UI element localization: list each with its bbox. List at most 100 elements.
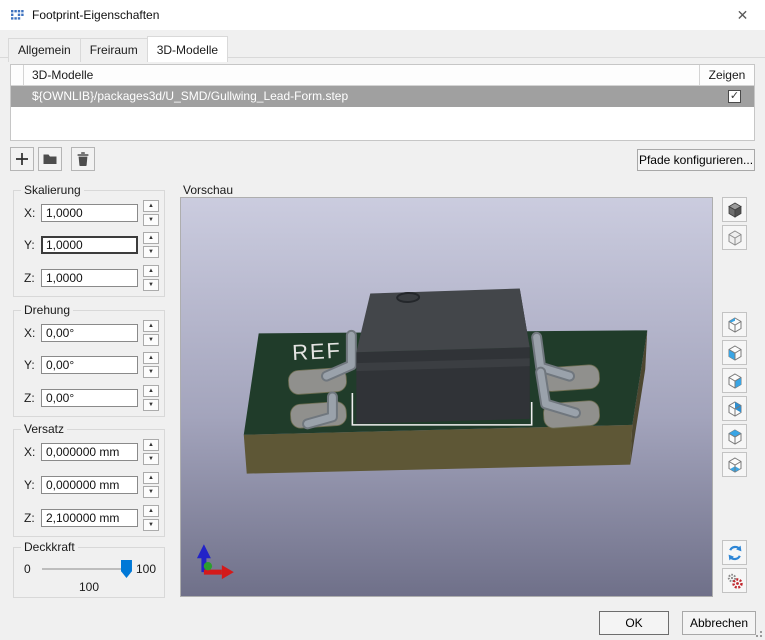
scale-z-spinner: ▲ ▼ bbox=[143, 265, 159, 291]
3d-scene: REF bbox=[196, 288, 648, 580]
view-left-button[interactable] bbox=[722, 312, 747, 337]
chip-top bbox=[356, 288, 530, 353]
cancel-button[interactable]: Abbrechen bbox=[682, 611, 756, 635]
chip-front bbox=[356, 347, 530, 424]
ok-button[interactable]: OK bbox=[599, 611, 669, 635]
tab-bar: Allgemein Freiraum 3D-Modelle bbox=[8, 35, 229, 62]
view-front-button[interactable] bbox=[722, 340, 747, 365]
kicad-footprint-icon bbox=[11, 10, 24, 20]
scale-group: Skalierung X: ▲ ▼ Y: ▲ ▼ Z: ▲ ▼ bbox=[13, 183, 165, 297]
spin-down-button[interactable]: ▼ bbox=[143, 453, 159, 465]
silkscreen-ref-text: REF bbox=[292, 338, 343, 366]
spin-down-button[interactable]: ▼ bbox=[143, 334, 159, 346]
render-transparent-button[interactable] bbox=[722, 225, 747, 250]
view-right-button[interactable] bbox=[722, 368, 747, 393]
close-button[interactable]: ✕ bbox=[720, 0, 765, 30]
show-cell: ✓ bbox=[700, 86, 754, 107]
column-header-model: 3D-Modelle bbox=[24, 65, 700, 85]
window-title: Footprint-Eigenschaften bbox=[32, 8, 160, 22]
rotation-group-title: Drehung bbox=[21, 303, 74, 317]
spin-up-button[interactable]: ▲ bbox=[143, 320, 159, 332]
cube-left-face-icon bbox=[728, 316, 741, 333]
rotation-y-input[interactable] bbox=[41, 356, 138, 374]
spin-down-button[interactable]: ▼ bbox=[143, 519, 159, 531]
3d-settings-button[interactable] bbox=[722, 568, 747, 593]
spin-down-button[interactable]: ▼ bbox=[143, 279, 159, 291]
spin-down-button[interactable]: ▼ bbox=[143, 399, 159, 411]
scale-z-input[interactable] bbox=[41, 269, 138, 287]
row-stub bbox=[11, 86, 24, 107]
cube-bottom-face-icon bbox=[728, 456, 741, 473]
cube-right-face-icon bbox=[728, 372, 741, 389]
spin-up-button[interactable]: ▲ bbox=[143, 472, 159, 484]
spin-up-button[interactable]: ▲ bbox=[143, 232, 159, 244]
rotation-z-input[interactable] bbox=[41, 389, 138, 407]
view-back-button[interactable] bbox=[722, 396, 747, 421]
spin-down-button[interactable]: ▼ bbox=[143, 486, 159, 498]
cube-top-face-icon bbox=[728, 428, 741, 445]
view-top-button[interactable] bbox=[722, 424, 747, 449]
offset-x-label: X: bbox=[24, 445, 36, 459]
scale-y-label: Y: bbox=[24, 238, 35, 252]
spin-up-button[interactable]: ▲ bbox=[143, 385, 159, 397]
gears-icon bbox=[727, 573, 743, 589]
rotation-y-spinner: ▲ ▼ bbox=[143, 352, 159, 378]
axis-indicator bbox=[196, 544, 234, 580]
offset-group: Versatz X: ▲ ▼ Y: ▲ ▼ Z: ▲ ▼ bbox=[13, 422, 165, 537]
opacity-slider-thumb[interactable] bbox=[120, 560, 132, 578]
row-stub-header bbox=[11, 65, 24, 85]
offset-z-spinner: ▲ ▼ bbox=[143, 505, 159, 531]
model-table: 3D-Modelle Zeigen ${OWNLIB}/packages3d/U… bbox=[10, 64, 755, 141]
model-table-header: 3D-Modelle Zeigen bbox=[11, 65, 754, 86]
preview-label: Vorschau bbox=[183, 183, 234, 197]
opacity-group: Deckkraft 0 100 100 bbox=[13, 540, 165, 598]
pin1-marker bbox=[396, 292, 421, 303]
browse-model-button[interactable] bbox=[38, 147, 62, 171]
spin-up-button[interactable]: ▲ bbox=[143, 200, 159, 212]
offset-y-input[interactable] bbox=[41, 476, 138, 494]
view-bottom-button[interactable] bbox=[722, 452, 747, 477]
scale-y-input[interactable] bbox=[41, 236, 138, 254]
tab-freiraum[interactable]: Freiraum bbox=[79, 38, 148, 62]
offset-x-input[interactable] bbox=[41, 443, 138, 461]
wireframe-cube-icon bbox=[728, 229, 741, 246]
model-table-row[interactable]: ${OWNLIB}/packages3d/U_SMD/Gullwing_Lead… bbox=[11, 86, 754, 107]
refresh-icon bbox=[728, 545, 741, 560]
scale-x-input[interactable] bbox=[41, 204, 138, 222]
offset-y-spinner: ▲ ▼ bbox=[143, 472, 159, 498]
add-model-button[interactable] bbox=[10, 147, 34, 171]
column-header-show: Zeigen bbox=[708, 68, 746, 82]
plus-icon bbox=[16, 153, 28, 165]
cube-front-face-icon bbox=[728, 344, 741, 361]
offset-z-input[interactable] bbox=[41, 509, 138, 527]
spin-up-button[interactable]: ▲ bbox=[143, 265, 159, 277]
configure-paths-button[interactable]: Pfade konfigurieren... bbox=[637, 149, 755, 171]
scale-x-label: X: bbox=[24, 206, 36, 220]
tab-allgemein[interactable]: Allgemein bbox=[8, 38, 81, 62]
rotation-group: Drehung X: ▲ ▼ Y: ▲ ▼ Z: ▲ ▼ bbox=[13, 303, 165, 417]
render-solid-button[interactable] bbox=[722, 197, 747, 222]
opacity-slider[interactable] bbox=[42, 560, 132, 578]
reload-view-button[interactable] bbox=[722, 540, 747, 565]
opacity-min-label: 0 bbox=[24, 562, 31, 576]
spin-up-button[interactable]: ▲ bbox=[143, 439, 159, 451]
trash-icon bbox=[77, 152, 89, 167]
tab-3d-modelle[interactable]: 3D-Modelle bbox=[146, 36, 229, 62]
spin-down-button[interactable]: ▼ bbox=[143, 246, 159, 258]
offset-y-label: Y: bbox=[24, 478, 35, 492]
rotation-x-input[interactable] bbox=[41, 324, 138, 342]
resize-grip[interactable] bbox=[754, 629, 762, 637]
spin-up-button[interactable]: ▲ bbox=[143, 505, 159, 517]
scale-z-label: Z: bbox=[24, 271, 35, 285]
opacity-value: 100 bbox=[78, 580, 100, 594]
spin-down-button[interactable]: ▼ bbox=[143, 214, 159, 226]
opacity-group-title: Deckkraft bbox=[21, 540, 78, 554]
spin-down-button[interactable]: ▼ bbox=[143, 366, 159, 378]
spin-up-button[interactable]: ▲ bbox=[143, 352, 159, 364]
scale-x-spinner: ▲ ▼ bbox=[143, 200, 159, 226]
show-checkbox[interactable]: ✓ bbox=[728, 90, 741, 103]
delete-model-button[interactable] bbox=[71, 147, 95, 171]
preview-viewport[interactable]: REF bbox=[180, 197, 713, 597]
scale-y-spinner: ▲ ▼ bbox=[143, 232, 159, 258]
model-path-cell[interactable]: ${OWNLIB}/packages3d/U_SMD/Gullwing_Lead… bbox=[24, 86, 700, 107]
